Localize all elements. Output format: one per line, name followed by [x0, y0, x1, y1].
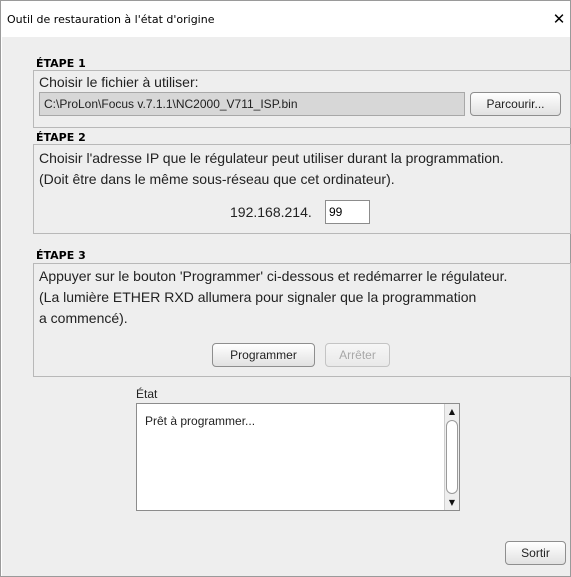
restore-tool-window: Outil de restauration à l'état d'origine…: [0, 0, 571, 577]
close-icon[interactable]: ✕: [548, 7, 570, 31]
step2-panel: Choisir l'adresse IP que le régulateur p…: [33, 144, 571, 234]
step1-instruction: Choisir le fichier à utiliser:: [39, 74, 199, 90]
step2-line2: (Doit être dans le même sous-réseau que …: [39, 171, 395, 187]
scroll-thumb[interactable]: [446, 420, 458, 494]
step3-line2: (La lumière ETHER RXD allumera pour sign…: [39, 289, 477, 305]
step1-heading: ÉTAPE 1: [36, 57, 86, 70]
status-text-area[interactable]: Prêt à programmer... ▲ ▼: [136, 403, 460, 511]
browse-button[interactable]: Parcourir...: [470, 92, 561, 116]
step2-line1: Choisir l'adresse IP que le régulateur p…: [39, 150, 504, 166]
title-bar[interactable]: Outil de restauration à l'état d'origine…: [1, 1, 570, 37]
exit-button[interactable]: Sortir: [505, 541, 566, 565]
scroll-up-icon[interactable]: ▲: [445, 405, 459, 418]
step3-line1: Appuyer sur le bouton 'Programmer' ci-de…: [39, 268, 508, 284]
scroll-down-icon[interactable]: ▼: [445, 496, 459, 509]
dialog-body: ÉTAPE 1 Choisir le fichier à utiliser: C…: [2, 37, 571, 576]
step2-heading: ÉTAPE 2: [36, 131, 86, 144]
file-path-field[interactable]: C:\ProLon\Focus v.7.1.1\NC2000_V711_ISP.…: [39, 92, 465, 116]
status-scrollbar[interactable]: ▲ ▼: [444, 404, 459, 510]
status-label: État: [136, 387, 158, 401]
step1-panel: Choisir le fichier à utiliser: C:\ProLon…: [33, 70, 571, 128]
ip-prefix: 192.168.214.: [230, 204, 312, 220]
status-text: Prêt à programmer...: [145, 414, 256, 428]
step3-panel: Appuyer sur le bouton 'Programmer' ci-de…: [33, 263, 571, 377]
program-button[interactable]: Programmer: [212, 343, 315, 367]
window-title: Outil de restauration à l'état d'origine: [7, 13, 215, 26]
step3-heading: ÉTAPE 3: [36, 249, 86, 262]
step3-line3: a commencé).: [39, 310, 128, 326]
ip-last-octet-input[interactable]: 99: [325, 200, 370, 224]
stop-button[interactable]: Arrêter: [325, 343, 390, 367]
